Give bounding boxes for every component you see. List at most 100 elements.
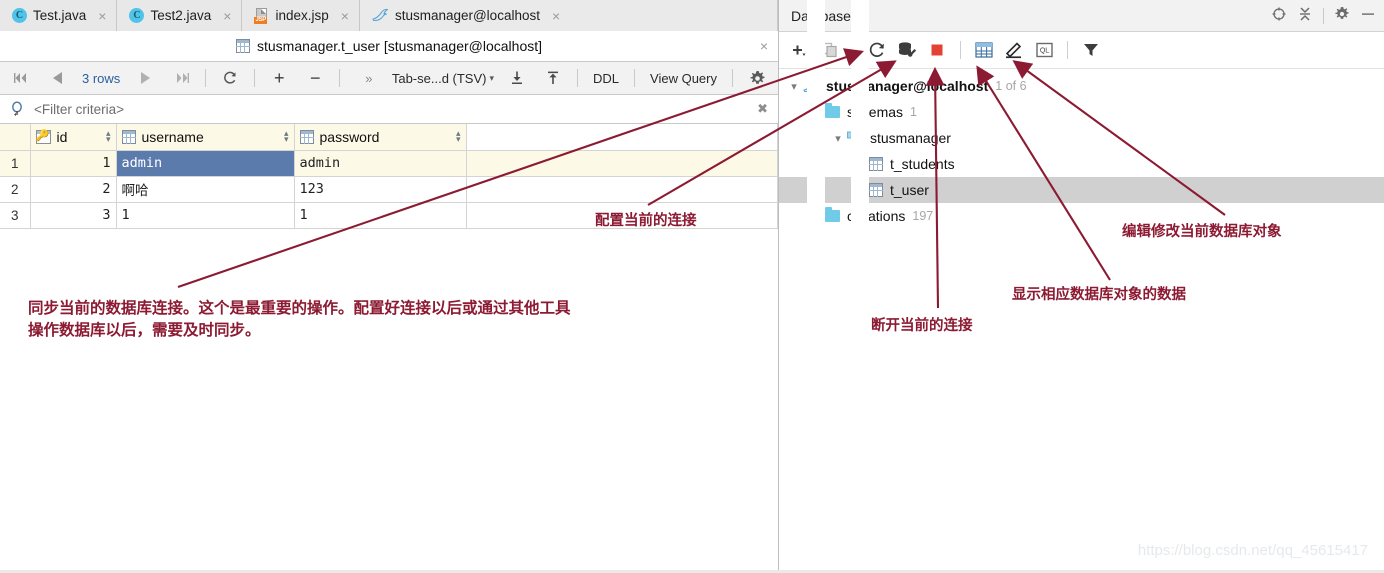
close-icon[interactable]: × [760,38,768,54]
table-row[interactable]: 1 1 admin admin [0,150,778,177]
tree-node-count: 1 of 6 [995,79,1027,93]
filter-input[interactable]: <Filter criteria> [34,102,124,117]
sort-indicator-icon[interactable]: ▴ ▾ [456,129,461,144]
editor-title-bar: stusmanager.t_user [stusmanager@localhos… [0,31,778,62]
close-icon[interactable]: × [98,9,106,23]
column-label: username [141,128,204,145]
tree-node-schemas[interactable]: schemas 1 [779,99,1384,125]
close-icon[interactable]: × [552,9,560,23]
tree-node-t-user[interactable]: t_user [779,0,1384,477]
toolbar-divider [732,69,733,87]
prev-page-icon[interactable] [40,66,74,90]
gear-icon[interactable] [740,66,774,90]
tab-label: Test.java [33,8,87,23]
clear-filter-icon[interactable]: ✖ [757,101,768,117]
expand-toolbar-icon[interactable]: » [352,66,386,90]
cell-filler [466,150,778,177]
watermark: https://blog.csdn.net/qq_45615417 [1137,542,1368,559]
chevron-down-icon[interactable] [829,132,847,145]
cell-password[interactable]: admin [294,150,467,177]
export-data-icon[interactable] [500,66,534,90]
data-source-properties-icon[interactable] [894,37,920,63]
header-divider [1323,7,1324,24]
grid-header-row: 🔑 id ▴ ▾ username ▴ ▾ password ▴ ▾ [0,124,778,151]
tab-label: stusmanager@localhost [394,8,540,23]
database-toolbar: QL [779,32,1384,69]
modify-object-icon[interactable] [1001,37,1027,63]
column-header-password[interactable]: password ▴ ▾ [294,124,467,151]
cell-id[interactable]: 2 [30,176,117,203]
tree-node-collations[interactable]: collations 197 [779,0,1384,503]
close-icon[interactable]: × [341,9,349,23]
add-row-button[interactable]: + [262,66,296,90]
ddl-button[interactable]: DDL [585,71,627,86]
chevron-right-icon[interactable] [851,0,869,477]
jsp-file-icon: JSP [254,7,269,24]
output-format-dropdown[interactable]: Tab-se...d (TSV) ▾ [388,71,498,86]
cell-username[interactable]: 1 [116,202,295,229]
query-console-icon[interactable]: QL [1031,37,1057,63]
mysql-dolphin-icon [372,8,389,23]
editor-tab-test-java[interactable]: C Test.java × [0,0,118,31]
application-window: C Test.java × C Test2.java × JSP index.j… [0,0,1384,573]
table-row[interactable]: 2 2 啊哈 123 [0,176,778,203]
tree-node-label: t_user [890,182,929,198]
tree-node-stusmanager-localhost[interactable]: stusmanager@localhost 1 of 6 [779,73,1384,99]
cell-id[interactable]: 3 [30,202,117,229]
gear-icon[interactable] [1334,6,1350,25]
table-column-icon [299,129,314,144]
chevron-right-icon[interactable] [807,0,825,503]
first-page-icon[interactable] [4,66,38,90]
folder-icon [825,207,840,222]
cell-password[interactable]: 123 [294,176,467,203]
reload-icon[interactable] [213,66,247,90]
database-tool-window: Database [779,0,1384,573]
next-page-icon[interactable] [128,66,162,90]
hide-icon[interactable] [1360,6,1376,25]
java-class-icon: C [129,8,145,23]
row-number-header [0,124,31,151]
row-number: 2 [0,176,31,203]
cell-filler [466,202,778,229]
table-row[interactable]: 3 3 1 1 [0,202,778,229]
sort-indicator-icon[interactable]: ▴ ▾ [106,129,111,144]
last-page-icon[interactable] [164,66,198,90]
editor-tab-stusmanager-localhost[interactable]: stusmanager@localhost × [359,0,778,31]
search-icon [10,101,26,117]
cell-username[interactable]: 啊哈 [116,176,295,203]
import-data-icon[interactable] [536,66,570,90]
close-icon[interactable]: × [223,9,231,23]
filter-icon[interactable] [1078,37,1104,63]
output-format-label: Tab-se...d (TSV) [391,70,487,86]
stop-disconnect-icon[interactable] [924,37,950,63]
cell-id[interactable]: 1 [30,150,117,177]
tree-node-label: stusmanager [870,130,951,146]
folder-icon [825,103,840,118]
editor-tab-test2-java[interactable]: C Test2.java × [117,0,243,31]
scroll-from-source-icon[interactable] [1271,6,1287,25]
chevron-down-icon: ▾ [489,72,495,83]
collapse-all-icon[interactable] [1297,6,1313,25]
table-editor-icon[interactable] [971,37,997,63]
tree-node-stusmanager-schema[interactable]: stusmanager [779,125,1384,151]
tree-node-t-students[interactable]: t_students [779,0,1384,451]
chevron-down-icon[interactable] [785,80,803,93]
filter-bar[interactable]: <Filter criteria> ✖ [0,95,778,124]
column-header-id[interactable]: 🔑 id ▴ ▾ [30,124,117,151]
editor-tab-bar: C Test.java × C Test2.java × JSP index.j… [0,0,778,31]
sort-indicator-icon[interactable]: ▴ ▾ [284,129,289,144]
remove-row-button[interactable]: − [298,66,332,90]
editor-pane: C Test.java × C Test2.java × JSP index.j… [0,0,779,573]
editor-tab-index-jsp[interactable]: JSP index.jsp × [242,0,360,31]
toolbar-divider [205,69,207,87]
column-header-username[interactable]: username ▴ ▾ [116,124,295,151]
cell-password[interactable]: 1 [294,202,467,229]
database-panel-header: Database [779,0,1384,32]
tree-node-label: t_students [890,156,955,172]
table-icon [869,183,883,197]
cell-username[interactable]: admin [116,150,295,177]
column-label: id [56,128,68,145]
view-query-button[interactable]: View Query [642,71,725,86]
table-icon [235,39,250,53]
toolbar-divider [339,69,341,87]
